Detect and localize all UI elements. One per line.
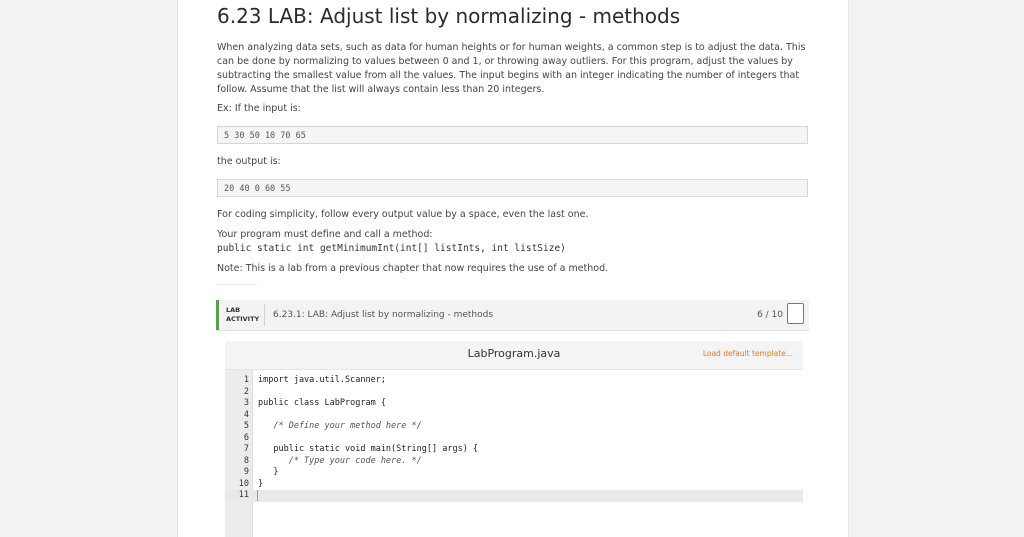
line-number: 1 (243, 375, 249, 385)
output-intro: the output is: (217, 156, 281, 167)
code-text: public class LabProgram { (258, 398, 386, 408)
lab-description: When analyzing data sets, such as data f… (217, 42, 806, 95)
method-intro: Your program must define and call a meth… (217, 229, 433, 240)
code-text: /* Type your code here. */ (258, 455, 422, 466)
line-number: 9 (243, 467, 249, 477)
line-number: 3 (243, 398, 249, 408)
code-line[interactable]: 5 /* Define your method here */ (225, 421, 803, 433)
text-cursor (257, 490, 258, 501)
line-number: 10 (238, 478, 249, 489)
simplicity-note: For coding simplicity, follow every outp… (217, 209, 589, 220)
code-line[interactable]: 6 (225, 433, 803, 445)
line-number: 2 (243, 386, 249, 397)
code-line[interactable]: 10 } (225, 479, 803, 491)
code-line[interactable]: 9 } (225, 467, 803, 479)
page-title: 6.23 LAB: Adjust list by normalizing - m… (217, 4, 681, 28)
line-number: 7 (243, 444, 249, 454)
content-page: 6.23 LAB: Adjust list by normalizing - m… (177, 0, 849, 537)
line-number: 8 (243, 455, 249, 466)
code-text: } (258, 467, 279, 477)
load-default-template-link[interactable]: Load default template... (703, 349, 793, 358)
code-line[interactable]: 7 public static void main(String[] args)… (225, 444, 803, 456)
line-number: 4 (243, 409, 249, 420)
lab-accent-bar (216, 300, 219, 330)
method-signature: public static int getMinimumInt(int[] li… (217, 243, 566, 254)
lab-activity-header: LAB ACTIVITY 6.23.1: LAB: Adjust list by… (216, 300, 809, 331)
line-number: 6 (243, 432, 249, 443)
lab-activity-tag: LAB ACTIVITY (226, 306, 260, 323)
example-input-box: 5 30 50 10 70 65 (217, 126, 808, 144)
editor-header: LabProgram.java Load default template... (225, 341, 803, 367)
code-editor: LabProgram.java Load default template...… (225, 341, 803, 537)
code-line[interactable]: 3 public class LabProgram { (225, 398, 803, 410)
lab-score: 6 / 10 (757, 310, 783, 320)
code-line-active[interactable]: 11 (225, 490, 803, 502)
code-text: import java.util.Scanner; (258, 375, 386, 385)
line-number: 5 (243, 421, 249, 431)
example-intro: Ex: If the input is: (217, 103, 301, 114)
faint-watermark: ———————— (217, 282, 257, 288)
code-line[interactable]: 4 (225, 410, 803, 422)
code-text: } (258, 478, 264, 489)
line-number: 11 (238, 490, 249, 500)
code-text: /* Define your method here */ (258, 421, 422, 431)
code-line[interactable]: 2 (225, 387, 803, 399)
lab-note: Note: This is a lab from a previous chap… (217, 263, 609, 274)
lab-divider (264, 304, 265, 326)
completion-box-icon (787, 303, 804, 324)
code-area[interactable]: 1 import java.util.Scanner; 2 3 public c… (225, 369, 803, 537)
code-line[interactable]: 8 /* Type your code here. */ (225, 456, 803, 468)
code-text: public static void main(String[] args) { (258, 444, 479, 454)
code-line[interactable]: 1 import java.util.Scanner; (225, 375, 803, 387)
example-output-box: 20 40 0 60 55 (217, 179, 808, 197)
lab-activity-name: 6.23.1: LAB: Adjust list by normalizing … (273, 310, 494, 320)
